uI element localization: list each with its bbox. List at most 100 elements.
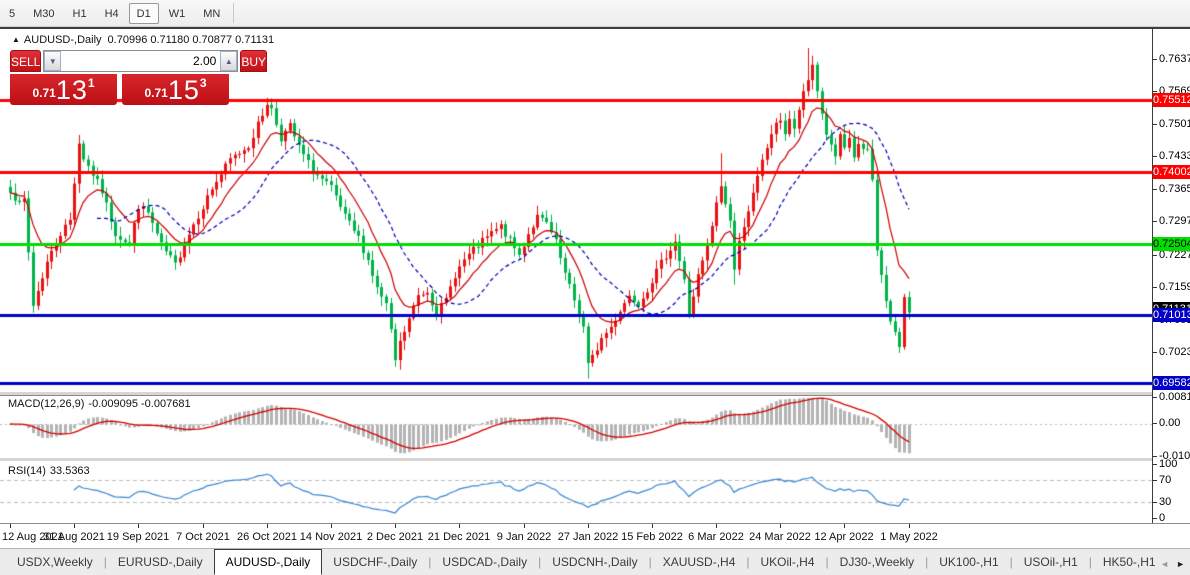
price-axis-label: 0.74330 [1159,150,1190,162]
date-axis-tick [10,524,11,528]
chart-tab-bar: USDX,Weekly | EURUSD-,Daily AUDUSD-,Daily US… [0,548,1190,575]
price-axis-tick [1153,352,1157,353]
timeframe-button-d1[interactable]: D1 [128,2,159,24]
volume-input[interactable] [61,51,221,71]
level-price-badge: 0.74002 [1153,165,1190,179]
date-axis-label: 15 Feb 2022 [621,531,683,543]
chart-tab-eurusd-daily[interactable]: EURUSD-,Daily [107,551,214,575]
macd-axis-tick [1153,456,1157,457]
date-axis-tick [203,524,204,528]
timeframe-button-h4[interactable]: H4 [97,3,127,24]
date-axis-label: 6 Mar 2022 [688,531,744,543]
sell-price-display[interactable]: 0.71 13 1 [10,73,117,105]
chart-tab-usdx-weekly[interactable]: USDX,Weekly [6,551,104,575]
price-axis-tick [1153,221,1157,222]
date-axis-label: 12 Apr 2022 [814,531,874,543]
sell-price-prefix: 0.71 [32,86,56,100]
rsi-axis-label: 30 [1159,496,1172,508]
tab-scroll-right-icon[interactable]: ► [1176,559,1185,569]
volume-stepper: ▼ ▲ [43,50,239,72]
price-axis-tick [1153,287,1157,288]
chart-tab-audusd-daily[interactable]: AUDUSD-,Daily [213,549,323,575]
chart-tab-ukoil-h4[interactable]: UKOil-,H4 [750,551,826,575]
buy-price-prefix: 0.71 [144,86,168,100]
buy-price-display[interactable]: 0.71 15 3 [122,73,229,105]
level-price-badge: 0.69582 [1153,376,1190,390]
symbol-list-arrow-icon: ▲ [12,35,20,44]
toolbar-separator [233,3,235,23]
date-axis-tick [459,524,460,528]
chart-window: ▲ AUDUSD-,Daily 0.70996 0.71180 0.70877 0.… [0,27,1190,550]
date-axis-label: 2 Dec 2021 [366,531,424,543]
date-axis-tick [524,524,525,528]
chart-title: ▲ AUDUSD-,Daily 0.70996 0.71180 0.70877 0.… [12,34,274,46]
price-axis: 0.763700.756900.750100.743300.736500.729… [1152,29,1190,524]
rsi-axis-label: 0 [1159,512,1166,524]
chart-tab-usdcnh-daily[interactable]: USDCNH-,Daily [541,551,648,575]
buy-price-point: 3 [199,76,207,90]
price-axis-tick [1153,124,1157,125]
rsi-axis-label: 70 [1159,474,1172,486]
date-axis-label: 19 Sep 2021 [106,531,170,543]
tab-scroll-arrows: ◄ ► [1160,559,1185,569]
date-axis-label: 1 May 2022 [880,531,938,543]
date-axis-tick [909,524,910,528]
date-axis-label: 24 Mar 2022 [749,531,811,543]
macd-axis-tick [1153,423,1157,424]
rsi-indicator-canvas[interactable] [0,461,1152,524]
buy-button[interactable]: BUY [240,50,268,72]
level-price-badge: 0.71013 [1153,308,1190,322]
date-axis-tick [267,524,268,528]
date-axis-label: 21 Dec 2021 [427,531,491,543]
timeframe-button-5[interactable]: 5 [1,3,23,24]
chart-tab-xauusd-h4[interactable]: XAUUSD-,H4 [652,551,747,575]
chart-tab-uk100-h1[interactable]: UK100-,H1 [928,551,1009,575]
rsi-axis-tick [1153,464,1157,465]
date-axis-label: 31 Aug 2021 [43,531,105,543]
chart-symbol-label: AUDUSD-,Daily [23,34,102,46]
buy-price-pips: 15 [167,75,200,105]
timeframe-button-h1[interactable]: H1 [65,3,95,24]
sell-price-point: 1 [87,76,95,90]
price-axis-tick [1153,189,1157,190]
date-axis-tick [74,524,75,528]
timeframe-button-w1[interactable]: W1 [161,3,194,24]
level-price-badge: 0.72504 [1153,237,1190,251]
chart-tab-hk50-h1[interactable]: HK50-,H1 [1092,551,1167,575]
price-axis-label: 0.72970 [1159,215,1190,227]
rsi-axis-tick [1153,518,1157,519]
date-axis-tick [588,524,589,528]
price-axis-tick [1153,91,1157,92]
timeframe-toolbar: 5 M30 H1 H4 D1 W1 MN [0,0,1190,27]
timeframe-button-m30[interactable]: M30 [25,3,62,24]
price-axis-label: 0.71590 [1159,281,1190,293]
rsi-axis-tick [1153,480,1157,481]
date-axis-tick [138,524,139,528]
one-click-trading-widget: SELL ▼ ▲ BUY 0.71 13 1 0.71 15 3 [10,50,268,105]
date-axis-label: 26 Oct 2021 [237,531,297,543]
tab-scroll-left-icon[interactable]: ◄ [1160,559,1169,569]
macd-label: MACD(12,26,9) -0.009095 -0.007681 [8,398,191,410]
date-axis-label: 27 Jan 2022 [557,531,619,543]
chart-tab-usdchf-daily[interactable]: USDCHF-,Daily [322,551,428,575]
timeframe-button-mn[interactable]: MN [195,3,228,24]
price-axis-label: 0.70230 [1159,346,1190,358]
price-axis-label: 0.76370 [1159,53,1190,65]
macd-axis-tick [1153,397,1157,398]
date-axis-tick [844,524,845,528]
volume-increase-button[interactable]: ▲ [220,51,238,71]
chart-tab-usoil-h1[interactable]: USOil-,H1 [1013,551,1089,575]
sell-button[interactable]: SELL [10,50,42,72]
volume-decrease-button[interactable]: ▼ [44,51,62,71]
chart-tab-usdcad-daily[interactable]: USDCAD-,Daily [431,551,538,575]
rsi-label: RSI(14) 33.5363 [8,465,90,477]
date-axis-label: 14 Nov 2021 [299,531,363,543]
chart-tab-dj30-weekly[interactable]: DJ30-,Weekly [829,551,925,575]
level-price-badge: 0.75512 [1153,93,1190,107]
price-axis-tick [1153,255,1157,256]
date-axis-tick [716,524,717,528]
date-axis-label: 7 Oct 2021 [176,531,230,543]
date-axis-tick [395,524,396,528]
rsi-axis-tick [1153,502,1157,503]
date-axis-label: 9 Jan 2022 [496,531,552,543]
